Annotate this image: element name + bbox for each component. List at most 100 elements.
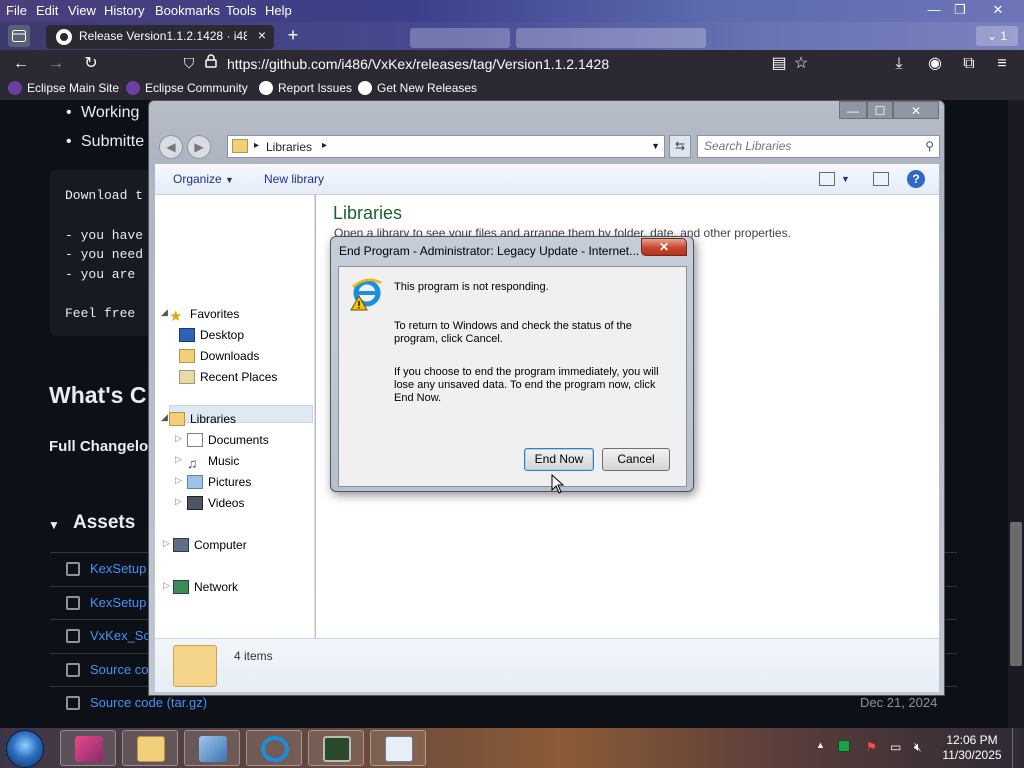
expand-arrow-icon[interactable]: ◢ bbox=[161, 307, 168, 318]
taskbar-task-manager-button[interactable] bbox=[308, 730, 364, 766]
show-desktop-button[interactable] bbox=[1012, 728, 1024, 768]
expand-arrow-icon[interactable]: ▷ bbox=[163, 580, 170, 591]
search-icon[interactable]: ⚲ bbox=[925, 139, 934, 153]
taskbar-control-panel-button[interactable] bbox=[184, 730, 240, 766]
asset-link[interactable]: Source code (tar.gz) bbox=[90, 695, 207, 710]
new-tab-icon[interactable]: + bbox=[282, 25, 304, 45]
bookmark-eclipse-community[interactable]: Eclipse Community bbox=[126, 81, 248, 95]
asset-link[interactable]: KexSetup bbox=[90, 561, 146, 576]
start-button[interactable] bbox=[6, 730, 44, 768]
expand-arrow-icon[interactable]: ◢ bbox=[161, 412, 168, 423]
help-icon[interactable]: ? bbox=[907, 170, 925, 188]
extensions-icon[interactable]: ⧉ bbox=[958, 54, 980, 74]
asset-link[interactable]: KexSetup bbox=[90, 595, 146, 610]
change-view-icon[interactable] bbox=[819, 172, 835, 186]
nav-documents[interactable]: Documents bbox=[187, 433, 269, 447]
bookmark-eclipse-main[interactable]: Eclipse Main Site bbox=[8, 81, 119, 95]
nav-pictures[interactable]: Pictures bbox=[187, 475, 251, 489]
page-title: Libraries bbox=[333, 203, 403, 223]
new-library-button[interactable]: New library bbox=[264, 172, 324, 186]
expand-arrow-icon[interactable]: ▷ bbox=[175, 496, 182, 507]
taskbar-explorer-button[interactable] bbox=[122, 730, 178, 766]
organize-button[interactable]: Organize ▼ bbox=[173, 172, 234, 186]
page-scrollbar-thumb[interactable] bbox=[1010, 522, 1022, 666]
nav-music[interactable]: ♫ Music bbox=[187, 454, 239, 470]
bookmark-report-issues[interactable]: Report Issues bbox=[259, 81, 352, 95]
menu-history[interactable]: History bbox=[104, 3, 144, 18]
back-arrow-icon[interactable]: ← bbox=[10, 54, 32, 74]
nav-favorites[interactable]: ★ Favorites bbox=[169, 307, 239, 324]
explorer-minimize-button[interactable]: — bbox=[839, 101, 867, 119]
menu-tools[interactable]: Tools bbox=[226, 3, 256, 18]
back-arrow-icon[interactable]: ◀ bbox=[159, 135, 183, 159]
bookmark-get-new-releases[interactable]: Get New Releases bbox=[358, 81, 477, 95]
nav-videos[interactable]: Videos bbox=[187, 496, 244, 510]
shield-icon[interactable]: ⛉ bbox=[178, 53, 200, 73]
downloads-icon[interactable]: ⤓ bbox=[888, 54, 910, 74]
reader-view-icon[interactable]: ▤ bbox=[768, 54, 790, 74]
breadcrumb-arrow-icon[interactable]: ▸ bbox=[254, 140, 259, 151]
asset-link[interactable]: VxKex_Sc bbox=[90, 628, 150, 643]
bookmark-label: Eclipse Main Site bbox=[27, 81, 120, 95]
nav-downloads[interactable]: Downloads bbox=[179, 349, 259, 363]
taskbar-ie-button[interactable] bbox=[246, 730, 302, 766]
reload-icon[interactable]: ↻ bbox=[80, 54, 102, 74]
tab-list-button[interactable]: ⌄ 1 bbox=[976, 26, 1018, 46]
expand-arrow-icon[interactable]: ▷ bbox=[163, 538, 170, 549]
expand-arrow-icon[interactable]: ▷ bbox=[175, 454, 182, 465]
tray-app-icon[interactable] bbox=[838, 740, 850, 752]
nav-recent-places[interactable]: Recent Places bbox=[179, 370, 277, 384]
nav-network[interactable]: Network bbox=[173, 580, 238, 594]
chevron-down-icon[interactable]: ▼ bbox=[651, 141, 660, 151]
asset-link[interactable]: Source co bbox=[90, 662, 149, 677]
lock-icon[interactable] bbox=[200, 53, 222, 73]
show-hidden-icons[interactable]: ▲ bbox=[816, 740, 825, 750]
close-icon[interactable]: ✕ bbox=[984, 0, 1012, 22]
tab-release[interactable]: Release Version1.1.2.1428 · i486/ × bbox=[46, 25, 274, 49]
menu-help[interactable]: Help bbox=[265, 3, 292, 18]
account-icon[interactable]: ◉ bbox=[924, 54, 946, 74]
action-center-icon[interactable]: ⚑ bbox=[866, 740, 877, 754]
libraries-folder-icon bbox=[169, 412, 185, 426]
firefox-view-icon[interactable] bbox=[8, 25, 30, 47]
hamburger-menu-icon[interactable]: ≡ bbox=[991, 54, 1013, 74]
breadcrumb-libraries[interactable]: Libraries bbox=[266, 140, 312, 154]
refresh-icon[interactable]: ⇆ bbox=[669, 135, 691, 158]
minimize-icon[interactable]: — bbox=[920, 0, 948, 22]
expand-arrow-icon[interactable]: ▷ bbox=[175, 475, 182, 486]
chevron-down-icon[interactable]: ▼ bbox=[841, 174, 850, 184]
taskbar-app-button[interactable] bbox=[60, 730, 116, 766]
nav-libraries[interactable]: Libraries bbox=[169, 412, 236, 426]
nav-desktop[interactable]: Desktop bbox=[179, 328, 244, 342]
forward-arrow-icon[interactable]: ▶ bbox=[187, 135, 211, 159]
url-bar[interactable]: ⛉ https://github.com/i486/VxKex/releases… bbox=[176, 52, 816, 76]
cancel-instruction: To return to Windows and check the statu… bbox=[394, 320, 632, 345]
explorer-maximize-button[interactable]: ☐ bbox=[867, 101, 893, 119]
forward-arrow-icon[interactable]: → bbox=[45, 54, 67, 74]
cancel-button[interactable]: Cancel bbox=[602, 448, 670, 471]
tab-close-icon[interactable]: × bbox=[258, 27, 266, 43]
explorer-close-button[interactable]: ✕ bbox=[893, 101, 939, 119]
bookmark-star-icon[interactable]: ☆ bbox=[790, 54, 812, 74]
preview-pane-icon[interactable] bbox=[873, 172, 889, 186]
triangle-down-icon[interactable]: ▼ bbox=[48, 518, 60, 532]
expand-arrow-icon[interactable]: ▷ bbox=[175, 433, 182, 444]
menu-view[interactable]: View bbox=[68, 3, 96, 18]
system-clock[interactable]: 12:06 PM 11/30/2025 bbox=[940, 733, 1004, 763]
dialog-close-button[interactable]: ✕ bbox=[641, 238, 687, 256]
volume-muted-icon[interactable]: 🔇︎ bbox=[914, 740, 922, 755]
menu-file[interactable]: File bbox=[6, 3, 27, 18]
menu-edit[interactable]: Edit bbox=[36, 3, 58, 18]
network-icon[interactable]: ▭ bbox=[890, 740, 901, 754]
taskbar-window-button[interactable] bbox=[370, 730, 426, 766]
full-changelog-link[interactable]: Full Changelo bbox=[49, 438, 148, 455]
menu-bookmarks[interactable]: Bookmarks bbox=[155, 3, 220, 18]
nav-computer[interactable]: Computer bbox=[173, 538, 247, 552]
address-bar[interactable]: ▸ Libraries ▸ ▼ bbox=[227, 135, 665, 158]
search-box[interactable]: ⚲ bbox=[697, 135, 940, 158]
search-input[interactable] bbox=[704, 139, 904, 153]
end-now-button[interactable]: End Now bbox=[524, 448, 594, 471]
breadcrumb-arrow-icon[interactable]: ▸ bbox=[322, 140, 327, 151]
restore-icon[interactable]: ❐ bbox=[946, 0, 974, 22]
music-icon: ♫ bbox=[187, 455, 198, 471]
